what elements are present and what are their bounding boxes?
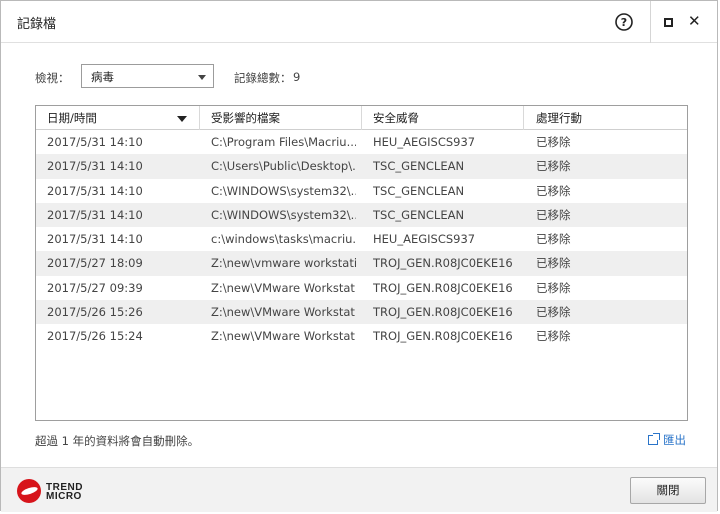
cell-threat: TSC_GENCLEAN — [373, 207, 465, 222]
cell-action: 已移除 — [536, 329, 571, 344]
cell-action: 已移除 — [536, 280, 571, 295]
cell-threat: TSC_GENCLEAN — [373, 159, 465, 174]
column-label: 安全威脅 — [373, 111, 419, 125]
cell-file: Z:\new\VMware Workstat... — [211, 280, 356, 295]
cell-file: C:\WINDOWS\system32\... — [211, 183, 356, 198]
cell-file: C:\WINDOWS\system32\... — [211, 207, 356, 222]
cell-file: Z:\new\VMware Workstat... — [211, 305, 356, 320]
cell-action: 已移除 — [536, 305, 571, 320]
cell-datetime: 2017/5/27 09:39 — [47, 280, 143, 295]
table-body: 2017/5/31 14:10 C:\Program Files\Macriu.… — [36, 130, 687, 349]
cell-file: C:\Users\Public\Desktop\... — [211, 159, 356, 174]
cell-datetime: 2017/5/31 14:10 — [47, 183, 143, 198]
cell-datetime: 2017/5/31 14:10 — [47, 135, 143, 149]
view-dropdown-value: 病毒 — [91, 70, 114, 84]
table-row[interactable]: 2017/5/26 15:24 Z:\new\VMware Workstat..… — [36, 324, 687, 348]
cell-datetime: 2017/5/31 14:10 — [47, 159, 143, 174]
view-label: 檢視： — [35, 71, 70, 85]
help-icon[interactable]: ? — [615, 13, 633, 31]
cell-datetime: 2017/5/26 15:24 — [47, 329, 143, 344]
table-row[interactable]: 2017/5/31 14:10 C:\WINDOWS\system32\... … — [36, 202, 687, 228]
table-row[interactable]: 2017/5/31 14:10 C:\Program Files\Macriu.… — [36, 130, 687, 154]
cell-file: Z:\new\vmware workstati... — [211, 256, 356, 271]
cell-threat: HEU_AEGISCS937 — [373, 232, 476, 247]
cell-action: 已移除 — [536, 183, 571, 198]
cell-threat: TROJ_GEN.R08JC0EKE16 — [373, 305, 513, 320]
logo-swoosh — [20, 485, 39, 497]
record-count-value: 9 — [293, 70, 301, 84]
cell-datetime: 2017/5/31 14:10 — [47, 232, 143, 247]
brand-line-2: MICRO — [46, 491, 82, 502]
cell-threat: TROJ_GEN.R08JC0EKE16 — [373, 280, 513, 295]
sort-descending-icon[interactable] — [177, 116, 187, 122]
cell-threat: TROJ_GEN.R08JC0EKE16 — [373, 329, 513, 344]
table-row[interactable]: 2017/5/31 14:10 c:\windows\tasks\macriu.… — [36, 227, 687, 251]
cell-threat: TSC_GENCLEAN — [373, 183, 465, 198]
view-dropdown[interactable]: 病毒 — [81, 64, 214, 88]
table-row[interactable]: 2017/5/31 14:10 C:\Users\Public\Desktop\… — [36, 154, 687, 179]
log-table: 日期/時間 受影響的檔案 安全威脅 處理行動 2017/5/31 14:10 C… — [35, 105, 688, 421]
log-window: 記錄檔 ? ✕ 檢視： 病毒 記錄總數： 9 日期/時間 受影響的檔案 安全威脅 — [0, 0, 718, 512]
column-header-affected-file[interactable]: 受影響的檔案 — [200, 106, 362, 130]
svg-text:?: ? — [621, 16, 627, 29]
cell-action: 已移除 — [536, 159, 571, 174]
window-title: 記錄檔 — [17, 17, 57, 32]
export-icon — [648, 433, 660, 445]
table-row[interactable]: 2017/5/26 15:26 Z:\new\VMware Workstat..… — [36, 300, 687, 325]
cell-threat: TROJ_GEN.R08JC0EKE16 — [373, 256, 513, 271]
table-header: 日期/時間 受影響的檔案 安全威脅 處理行動 — [36, 106, 687, 130]
column-header-datetime[interactable]: 日期/時間 — [36, 106, 200, 130]
table-row[interactable]: 2017/5/27 18:09 Z:\new\vmware workstati.… — [36, 251, 687, 276]
column-label: 處理行動 — [536, 111, 582, 125]
cell-file: C:\Program Files\Macriu... — [211, 135, 356, 149]
close-icon[interactable]: ✕ — [688, 12, 701, 30]
trend-micro-logo-icon — [17, 479, 41, 503]
cell-threat: HEU_AEGISCS937 — [373, 135, 476, 149]
cell-action: 已移除 — [536, 232, 571, 247]
table-row[interactable]: 2017/5/31 14:10 C:\WINDOWS\system32\... … — [36, 179, 687, 203]
cell-datetime: 2017/5/27 18:09 — [47, 256, 143, 271]
export-label: 匯出 — [663, 433, 686, 447]
column-header-action[interactable]: 處理行動 — [524, 106, 687, 130]
title-bar-divider — [650, 1, 651, 43]
cell-file: Z:\new\VMware Workstat... — [211, 329, 356, 344]
close-button[interactable]: 關閉 — [630, 477, 706, 504]
cell-datetime: 2017/5/31 14:10 — [47, 207, 143, 222]
retention-note: 超過 1 年的資料將會自動刪除。 — [35, 434, 200, 448]
title-bar: 記錄檔 ? ✕ — [1, 1, 717, 43]
cell-action: 已移除 — [536, 207, 571, 222]
table-row[interactable]: 2017/5/27 09:39 Z:\new\VMware Workstat..… — [36, 276, 687, 300]
cell-datetime: 2017/5/26 15:26 — [47, 305, 143, 320]
cell-action: 已移除 — [536, 256, 571, 271]
column-label: 日期/時間 — [47, 111, 97, 125]
brand-wordmark: TREND MICRO — [46, 483, 83, 502]
cell-file: c:\windows\tasks\macriu... — [211, 232, 356, 247]
cell-action: 已移除 — [536, 135, 571, 149]
chevron-down-icon — [198, 75, 206, 80]
column-header-threat[interactable]: 安全威脅 — [362, 106, 524, 130]
footer-bar: TREND MICRO 關閉 — [1, 467, 717, 512]
export-link[interactable]: 匯出 — [648, 432, 686, 448]
column-label: 受影響的檔案 — [211, 111, 280, 125]
maximize-icon[interactable] — [664, 18, 673, 27]
record-count-label: 記錄總數： — [234, 71, 292, 85]
